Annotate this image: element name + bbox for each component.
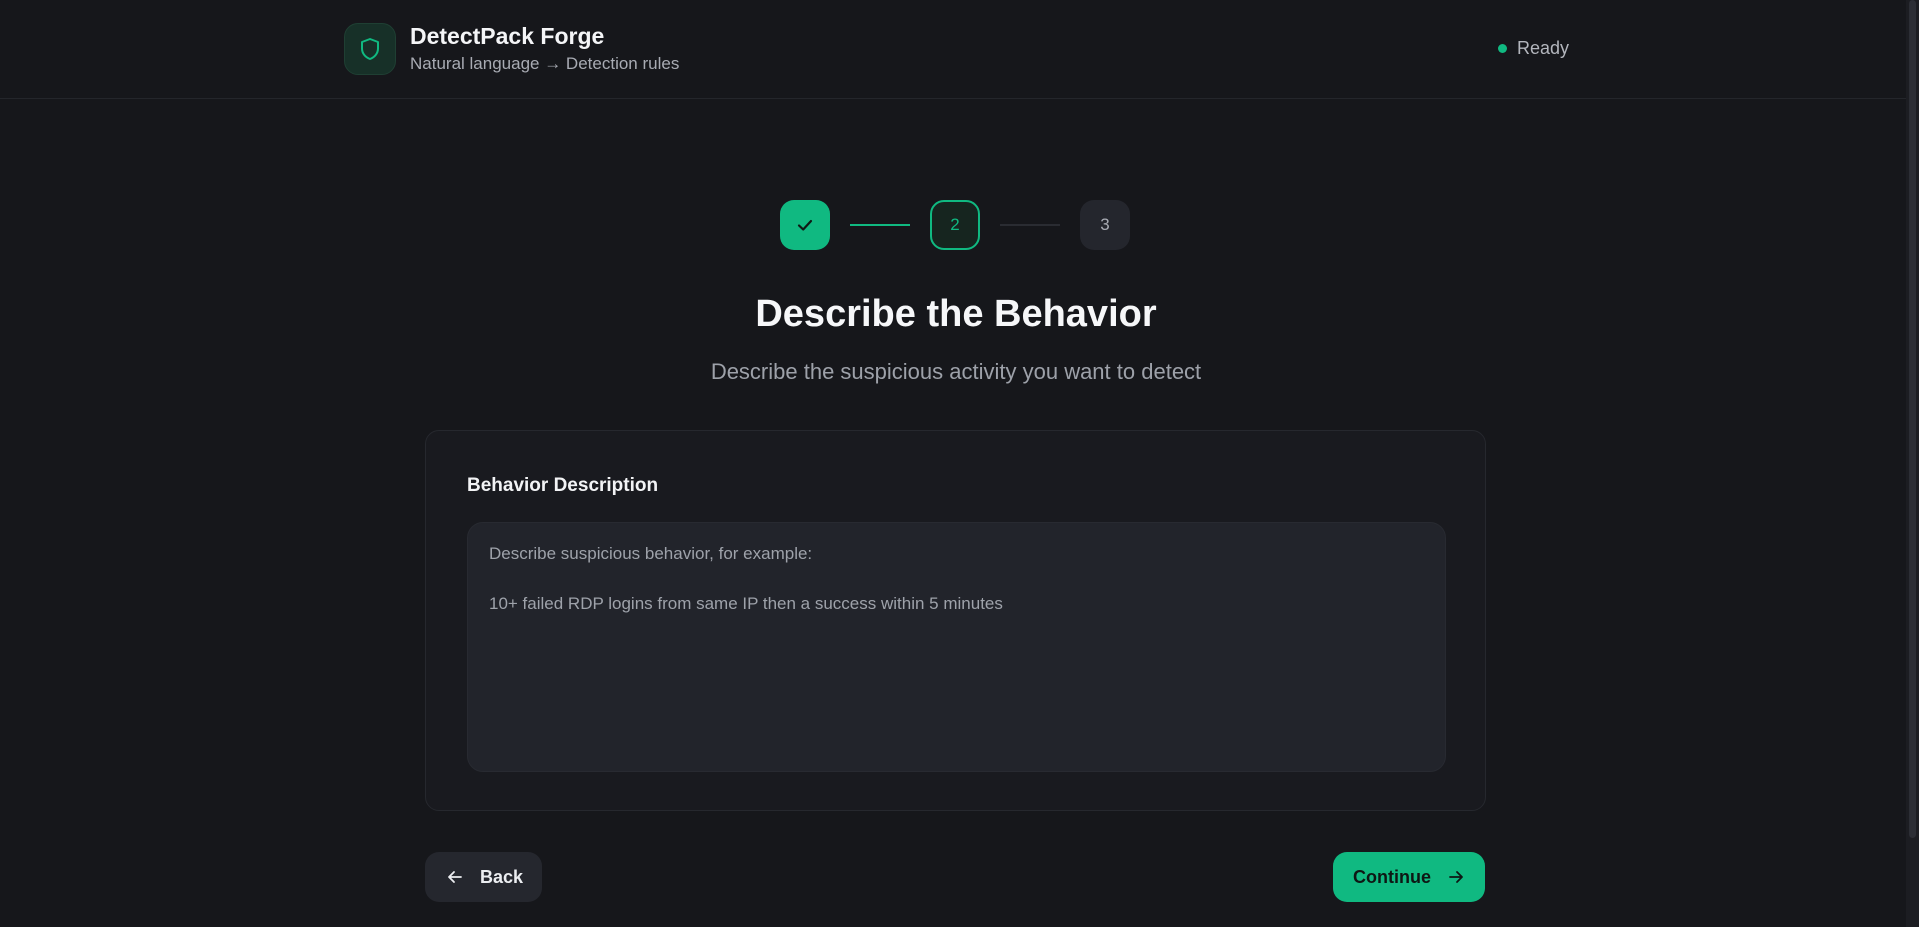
step-2-active: 2 (930, 200, 980, 250)
continue-button-label: Continue (1353, 866, 1431, 887)
back-button[interactable]: Back (425, 852, 542, 902)
status-label: Ready (1517, 38, 1570, 58)
behavior-form-card: Behavior Description Describe suspicious… (425, 430, 1486, 811)
behavior-description-input[interactable]: Describe suspicious behavior, for exampl… (467, 522, 1446, 772)
step-connector-complete (850, 224, 910, 226)
status-dot-icon (1498, 44, 1507, 53)
brand: DetectPack Forge Natural language → Dete… (344, 22, 679, 76)
shield-icon (344, 23, 396, 75)
step-connector-pending (1000, 224, 1060, 226)
page-title: Describe the Behavior (755, 293, 1157, 335)
arrow-right-icon (1449, 871, 1463, 883)
continue-button[interactable]: Continue (1333, 852, 1485, 902)
app-title: DetectPack Forge (410, 23, 605, 49)
scrollbar-thumb[interactable] (1909, 0, 1916, 838)
app-subtitle: Natural language → Detection rules (410, 54, 680, 73)
scrollbar[interactable] (1906, 0, 1919, 927)
status-indicator: Ready (1498, 38, 1569, 59)
page-subtitle: Describe the suspicious activity you wan… (710, 359, 1202, 384)
step-3-pending: 3 (1080, 200, 1130, 250)
step-1-complete (780, 200, 830, 250)
behavior-description-label: Behavior Description (467, 475, 659, 496)
back-button-label: Back (480, 866, 524, 887)
stepper: 2 3 (780, 200, 1130, 250)
arrow-left-icon (448, 871, 462, 883)
check-icon (797, 219, 813, 231)
app-header: DetectPack Forge Natural language → Dete… (0, 0, 1906, 99)
